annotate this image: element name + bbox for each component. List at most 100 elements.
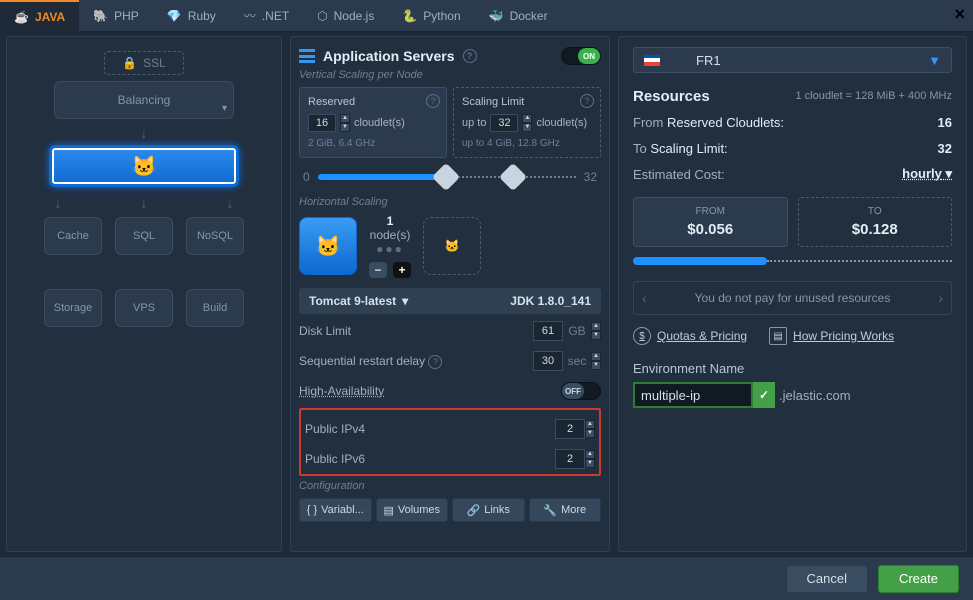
disk-limit-label: Disk Limit — [299, 324, 533, 338]
slider-handle-limit[interactable] — [499, 163, 527, 191]
tab-nodejs[interactable]: ⬡Node.js — [303, 0, 388, 32]
reserved-spec: 2 GiB, 6.4 GHz — [308, 138, 438, 149]
disk-icon: ▤ — [383, 504, 393, 517]
disk-limit-input[interactable] — [533, 321, 563, 341]
tab-docker[interactable]: 🐳Docker — [475, 0, 562, 32]
tomcat-icon: 🐱 — [132, 154, 157, 179]
limit-stepper[interactable]: ▲▼ — [522, 114, 532, 132]
cost-slider — [633, 257, 952, 267]
info-icon[interactable]: ? — [426, 94, 440, 108]
close-icon[interactable]: × — [954, 4, 965, 25]
nosql-node[interactable]: NoSQL — [186, 217, 244, 255]
restart-delay-input[interactable] — [533, 351, 563, 371]
resources-panel: FR1 ▼ Resources 1 cloudlet = 128 MiB + 40… — [618, 36, 967, 552]
ipv4-input[interactable] — [555, 419, 585, 439]
wrench-icon: 🔧 — [543, 504, 557, 517]
chevron-right-icon[interactable]: › — [938, 290, 943, 306]
lock-icon: 🔒 — [122, 56, 137, 70]
chevron-down-icon: ▼ — [928, 53, 941, 68]
hs-plus-button[interactable]: + — [393, 262, 411, 278]
env-name-input[interactable] — [633, 382, 753, 408]
php-icon: 🐘 — [93, 9, 108, 23]
scaling-limit-box: ? Scaling Limit up to ▲▼ cloudlet(s) up … — [453, 87, 601, 158]
section-icon — [299, 49, 315, 63]
cost-from-box: FROM $0.056 — [633, 197, 788, 247]
reserved-cloudlets-input[interactable] — [308, 114, 336, 132]
hs-minus-button[interactable]: − — [369, 262, 387, 278]
chevron-down-icon: ▾ — [402, 294, 408, 308]
hs-count: 1 — [369, 214, 411, 228]
tab-java[interactable]: ☕JAVA — [0, 0, 79, 32]
arrow-down-icon: ↓ — [141, 195, 148, 211]
configuration-heading: Configuration — [299, 480, 601, 492]
ipv6-stepper[interactable]: ▲▼ — [585, 450, 595, 468]
reserved-stepper[interactable]: ▲▼ — [340, 114, 350, 132]
ipv6-input[interactable] — [555, 449, 585, 469]
restart-stepper[interactable]: ▲▼ — [591, 352, 601, 370]
nodejs-icon: ⬡ — [317, 9, 327, 23]
slider-min: 0 — [303, 170, 310, 184]
ipv6-label: Public IPv6 — [305, 452, 555, 466]
server-dropdown[interactable]: Tomcat 9-latest▾ JDK 1.8.0_141 — [299, 288, 601, 314]
tomcat-icon: 🐱 — [316, 234, 341, 259]
info-icon[interactable]: ? — [580, 94, 594, 108]
build-node[interactable]: Build — [186, 289, 244, 327]
variables-button[interactable]: { }Variabl... — [299, 498, 372, 522]
ha-toggle[interactable]: OFF — [561, 382, 601, 400]
hs-add-node[interactable]: 🐱 — [423, 217, 481, 275]
limit-spec: up to 4 GiB, 12.8 GHz — [462, 138, 592, 149]
dollar-icon: $ — [633, 327, 651, 345]
tab-python[interactable]: 🐍Python — [388, 0, 474, 32]
how-pricing-link[interactable]: ▤How Pricing Works — [769, 327, 894, 345]
tab-ruby[interactable]: 💎Ruby — [153, 0, 230, 32]
reserved-cloudlets-box: ? Reserved ▲▼ cloudlet(s) 2 GiB, 6.4 GHz — [299, 87, 447, 158]
ipv4-stepper[interactable]: ▲▼ — [585, 420, 595, 438]
quotas-pricing-link[interactable]: $Quotas & Pricing — [633, 327, 747, 345]
restart-delay-label: Sequential restart delay ? — [299, 354, 533, 369]
appserver-toggle[interactable]: ON — [561, 47, 601, 65]
braces-icon: { } — [307, 504, 317, 516]
info-icon[interactable]: ? — [428, 355, 442, 369]
cache-node[interactable]: Cache — [44, 217, 102, 255]
resources-title: Resources — [633, 88, 710, 105]
dialog-footer: Cancel Create — [0, 556, 973, 600]
link-icon: 🔗 — [467, 504, 481, 517]
tab-php[interactable]: 🐘PHP — [79, 0, 153, 32]
volumes-button[interactable]: ▤Volumes — [376, 498, 449, 522]
more-button[interactable]: 🔧More — [529, 498, 602, 522]
appserver-settings-panel: Application Servers ? ON Vertical Scalin… — [290, 36, 610, 552]
topology-panel: 🔒SSL Balancing▾ ↓ 🐱 ↓↓↓ Cache SQL NoSQL … — [6, 36, 282, 552]
env-name-label: Environment Name — [633, 361, 952, 376]
vps-node[interactable]: VPS — [115, 289, 173, 327]
info-icon[interactable]: ? — [463, 49, 477, 63]
sql-node[interactable]: SQL — [115, 217, 173, 255]
hs-nodes-label: node(s) — [369, 228, 411, 242]
ipv4-label: Public IPv4 — [305, 422, 555, 436]
cancel-button[interactable]: Cancel — [786, 565, 868, 593]
disk-stepper[interactable]: ▲▼ — [591, 322, 601, 340]
ha-label[interactable]: High-Availability — [299, 384, 561, 398]
estimated-cost-label: Estimated Cost: — [633, 167, 725, 182]
ruby-icon: 💎 — [167, 9, 182, 23]
cost-to-box: TO $0.128 — [798, 197, 953, 247]
tab-dotnet[interactable]: 〰.NET — [230, 0, 303, 32]
scaling-limit-input[interactable] — [490, 114, 518, 132]
appserver-node-selected[interactable]: 🐱 — [49, 145, 239, 187]
docker-icon: 🐳 — [489, 9, 504, 23]
region-dropdown[interactable]: FR1 ▼ — [633, 47, 952, 73]
public-ip-highlight: Public IPv4 ▲▼ Public IPv6 ▲▼ — [299, 408, 601, 476]
cost-mode-dropdown[interactable]: hourly ▾ — [902, 166, 952, 182]
hs-active-node[interactable]: 🐱 — [299, 217, 357, 275]
links-button[interactable]: 🔗Links — [452, 498, 525, 522]
create-button[interactable]: Create — [878, 565, 959, 593]
balancing-node[interactable]: Balancing▾ — [54, 81, 234, 119]
slider-handle-reserved[interactable] — [432, 163, 460, 191]
ssl-toggle[interactable]: 🔒SSL — [104, 51, 184, 75]
check-icon: ✓ — [753, 382, 775, 408]
arrow-down-icon: ↓ — [15, 125, 273, 141]
cloudlet-slider[interactable] — [318, 172, 576, 182]
storage-node[interactable]: Storage — [44, 289, 102, 327]
cloudlet-note: 1 cloudlet = 128 MiB + 400 MHz — [795, 90, 952, 102]
chevron-left-icon[interactable]: ‹ — [642, 290, 647, 306]
arrow-down-icon: ↓ — [55, 195, 62, 211]
